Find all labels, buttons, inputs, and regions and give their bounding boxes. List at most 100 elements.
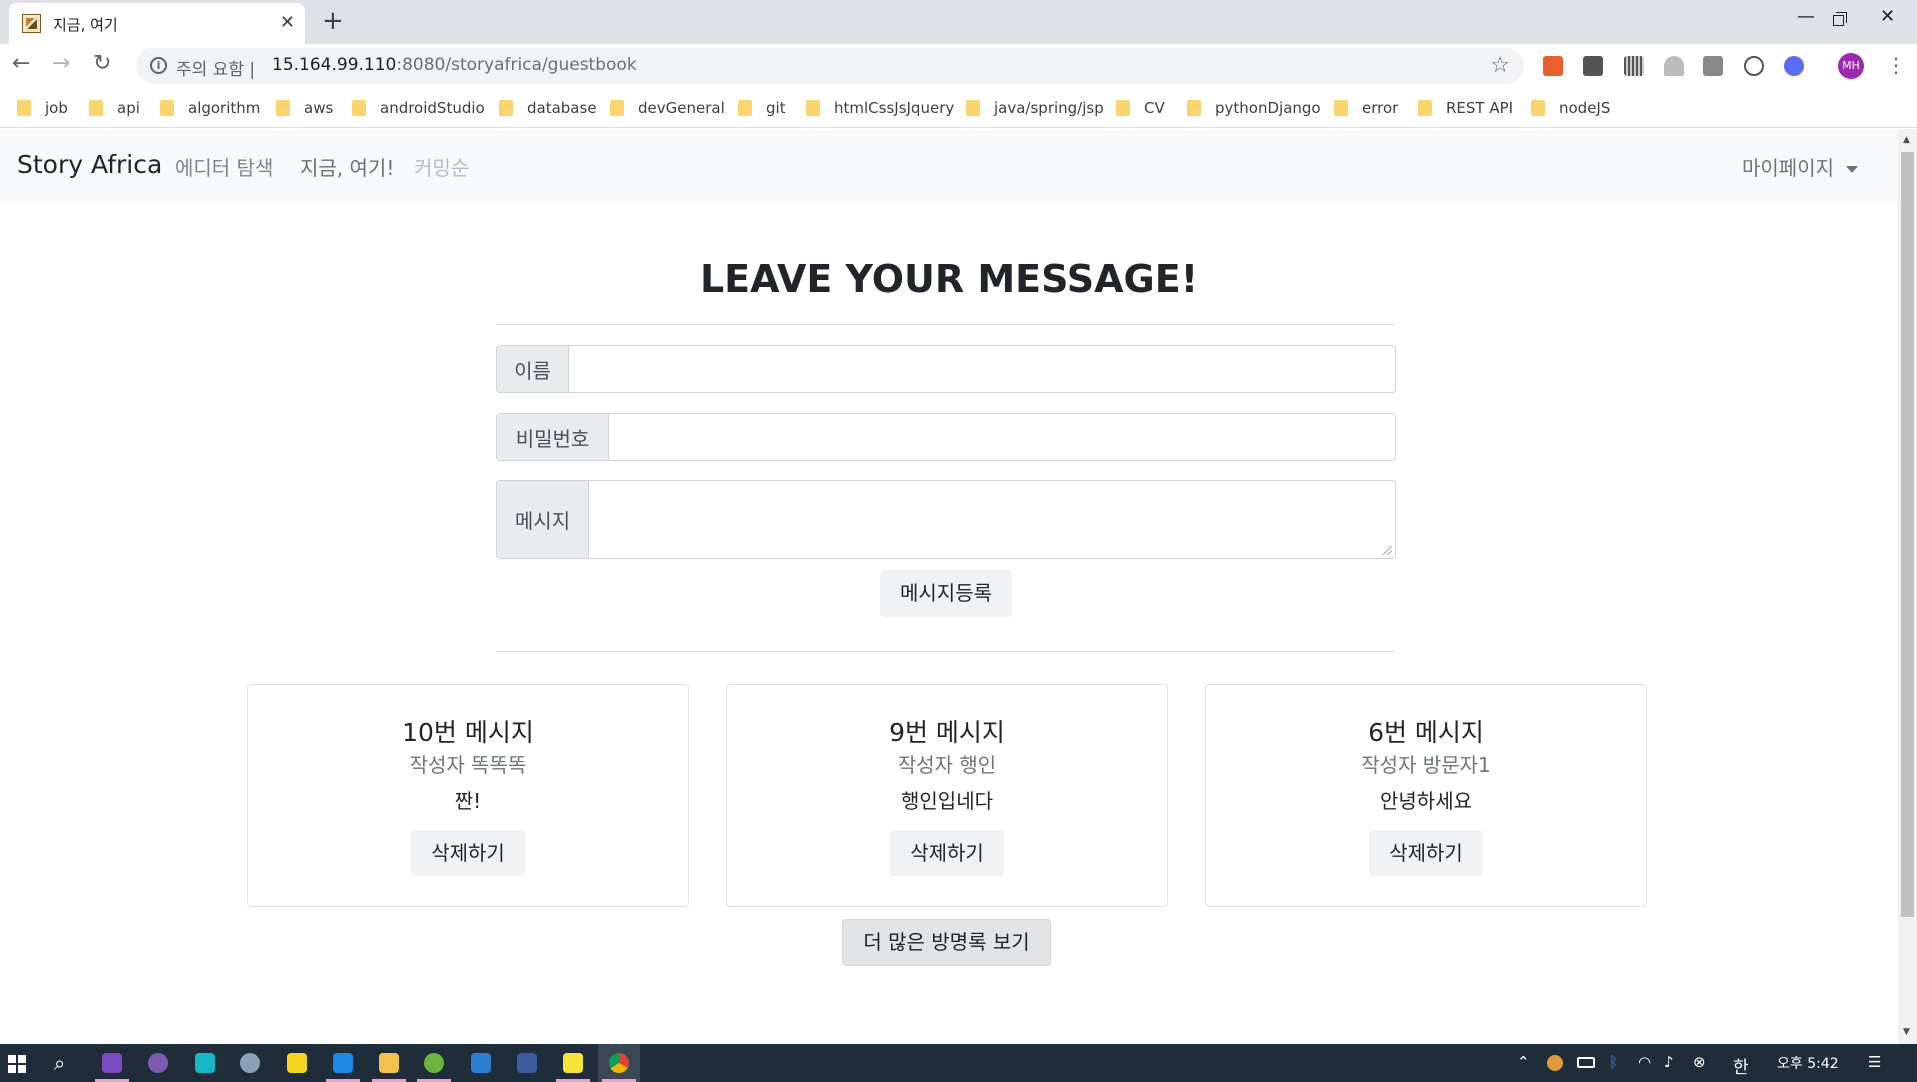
extension-photo-icon[interactable]: [1703, 56, 1723, 76]
page-scrollbar[interactable]: ▲ ▼: [1898, 129, 1917, 1044]
password-field[interactable]: [609, 414, 1395, 460]
bookmark-folder[interactable]: git: [738, 97, 786, 119]
app-gear-icon[interactable]: [240, 1053, 260, 1073]
bookmark-folder[interactable]: api: [89, 97, 140, 119]
tray-app-icon[interactable]: [1547, 1055, 1563, 1071]
message-title: 6번 메시지: [1368, 718, 1484, 747]
search-icon[interactable]: ⌕: [54, 1051, 65, 1075]
bookmark-folder[interactable]: pythonDjango: [1187, 97, 1321, 119]
delete-button[interactable]: 삭제하기: [1369, 830, 1483, 876]
bookmark-star-icon[interactable]: ☆: [1490, 53, 1510, 78]
spring-tool-icon[interactable]: [424, 1053, 444, 1073]
scroll-down-icon[interactable]: ▼: [1903, 1027, 1910, 1037]
extension-r-icon[interactable]: [1784, 56, 1804, 76]
password-input-group: 비밀번호: [496, 413, 1396, 461]
wifi-icon[interactable]: ◠: [1638, 1053, 1651, 1071]
message-text: 행인입네다: [901, 789, 993, 813]
network-off-icon[interactable]: ⊗: [1693, 1053, 1706, 1071]
divider: [496, 324, 1396, 325]
file-explorer-icon[interactable]: [379, 1053, 399, 1073]
screen: 지금, 여기 ✕ + — ✕ ← → ↻ i 주의 요함 | 15.164.99…: [0, 0, 1917, 1082]
folder-icon: [276, 100, 290, 116]
extension-ex-icon[interactable]: [1543, 56, 1563, 76]
tab-close-icon[interactable]: ✕: [280, 12, 295, 33]
eclipse-icon[interactable]: [102, 1053, 122, 1073]
message-text: 안녕하세요: [1380, 789, 1472, 813]
name-label: 이름: [497, 346, 569, 392]
submit-message-button[interactable]: 메시지등록: [880, 570, 1012, 617]
volume-icon[interactable]: ♪: [1664, 1053, 1674, 1071]
name-field[interactable]: [569, 346, 1395, 392]
mysql-workbench-icon[interactable]: [517, 1053, 537, 1073]
message-title: 10번 메시지: [402, 718, 534, 747]
browser-menu-icon[interactable]: ⋮: [1886, 53, 1906, 77]
kakaotalk-icon[interactable]: [287, 1053, 307, 1073]
bookmark-folder[interactable]: job: [17, 97, 68, 119]
scroll-up-icon[interactable]: ▲: [1903, 135, 1910, 145]
delete-button[interactable]: 삭제하기: [411, 830, 525, 876]
message-input-group: 메시지: [496, 480, 1396, 559]
tray-chevron-icon[interactable]: ⌃: [1517, 1053, 1530, 1071]
delete-button[interactable]: 삭제하기: [890, 830, 1004, 876]
folder-icon: [352, 100, 366, 116]
nav-link-now-here[interactable]: 지금, 여기!: [300, 152, 394, 181]
sticky-notes-icon[interactable]: [563, 1053, 583, 1073]
notification-icon[interactable]: ☰: [1868, 1053, 1881, 1071]
folder-icon: [17, 100, 31, 116]
bookmark-folder[interactable]: algorithm: [160, 97, 260, 119]
scroll-thumb[interactable]: [1901, 152, 1914, 917]
security-warning: 주의 요함 |: [176, 60, 256, 80]
extension-barcode-icon[interactable]: [1624, 56, 1644, 76]
folder-icon: [1187, 100, 1201, 116]
mypage-dropdown[interactable]: 마이페이지: [1742, 152, 1858, 181]
app-purple-icon[interactable]: [148, 1053, 168, 1073]
bluetooth-icon[interactable]: ᛒ: [1609, 1053, 1618, 1071]
windows-taskbar: ⌕ ⌃ ᛒ ◠ ♪ ⊗ 한 오후 5:42 ☰: [0, 1044, 1917, 1082]
nav-link-coming-soon[interactable]: 커밍순: [414, 152, 469, 181]
clock[interactable]: 오후 5:42: [1777, 1053, 1839, 1073]
folder-icon: [89, 100, 103, 116]
extension-circle-icon[interactable]: [1744, 56, 1764, 76]
minimize-icon[interactable]: —: [1797, 6, 1815, 27]
message-card: 9번 메시지 작성자 행인 행인입네다 삭제하기: [726, 684, 1168, 907]
app-teal-icon[interactable]: [195, 1053, 215, 1073]
page-title: LEAVE YOUR MESSAGE!: [699, 257, 1199, 301]
bookmark-folder[interactable]: error: [1334, 97, 1398, 119]
back-icon[interactable]: ←: [12, 51, 30, 76]
bookmark-folder[interactable]: nodeJS: [1531, 97, 1610, 119]
ime-indicator[interactable]: 한: [1733, 1053, 1749, 1078]
close-window-icon[interactable]: ✕: [1880, 6, 1895, 27]
resize-grip-icon[interactable]: [1383, 546, 1392, 555]
message-textarea[interactable]: [589, 481, 1395, 558]
forward-icon[interactable]: →: [52, 51, 70, 76]
url-text: 15.164.99.110:8080/storyafrica/guestbook: [272, 55, 637, 75]
bookmark-folder[interactable]: aws: [276, 97, 333, 119]
bookmark-folder[interactable]: java/spring/jsp: [966, 97, 1104, 119]
bookmark-folder[interactable]: androidStudio: [352, 97, 485, 119]
page-viewport: Story Africa 에디터 탐색 지금, 여기! 커밍순 마이페이지 LE…: [0, 129, 1898, 1044]
chrome-icon[interactable]: [609, 1053, 629, 1073]
message-label: 메시지: [497, 481, 589, 558]
new-tab-icon[interactable]: +: [322, 6, 344, 36]
folder-icon: [499, 100, 513, 116]
extension-instapaper-icon[interactable]: [1583, 56, 1603, 76]
browser-tab[interactable]: 지금, 여기 ✕: [9, 3, 305, 44]
battery-icon[interactable]: [1577, 1057, 1595, 1068]
windows-start-icon[interactable]: [8, 1055, 26, 1073]
site-brand[interactable]: Story Africa: [17, 150, 162, 179]
reload-icon[interactable]: ↻: [93, 51, 111, 76]
info-icon[interactable]: i: [150, 57, 167, 74]
nav-link-editor-explore[interactable]: 에디터 탐색: [175, 152, 273, 181]
bookmark-folder[interactable]: CV: [1116, 97, 1165, 119]
app-blue-icon[interactable]: [471, 1053, 491, 1073]
more-guestbook-button[interactable]: 더 많은 방명록 보기: [842, 919, 1051, 966]
bookmark-folder[interactable]: devGeneral: [610, 97, 725, 119]
address-bar[interactable]: i 주의 요함 | 15.164.99.110:8080/storyafrica…: [136, 48, 1524, 84]
bookmark-folder[interactable]: database: [499, 97, 597, 119]
vscode-icon[interactable]: [333, 1053, 353, 1073]
bookmark-folder[interactable]: htmlCssJsJquery: [806, 97, 954, 119]
message-author: 작성자 똑똑똑: [409, 753, 527, 777]
profile-avatar[interactable]: MH: [1838, 53, 1864, 79]
bookmark-folder[interactable]: REST API: [1418, 97, 1513, 119]
extension-tree-icon[interactable]: [1664, 56, 1684, 76]
